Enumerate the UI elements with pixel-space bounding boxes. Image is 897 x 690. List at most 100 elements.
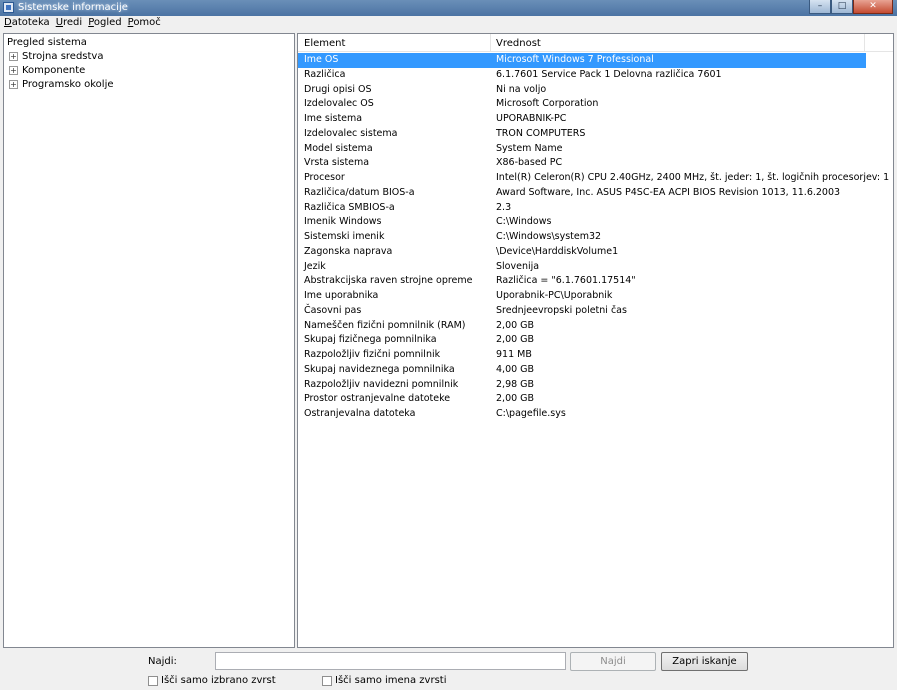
- table-row[interactable]: Različica SMBIOS-a 2.3: [298, 201, 893, 216]
- table-row[interactable]: Različica 6.1.7601 Service Pack 1 Delovna…: [298, 68, 893, 83]
- row-value: 2.3: [496, 201, 512, 213]
- table-row[interactable]: Izdelovalec sistema TRON COMPUTERS: [298, 127, 893, 142]
- column-header-value[interactable]: Vrednost: [496, 38, 541, 49]
- system-info-icon: [3, 2, 14, 13]
- row-element: Nameščen fizični pomnilnik (RAM): [304, 319, 466, 331]
- row-element: Ostranjevalna datoteka: [304, 408, 416, 419]
- row-value: 4,00 GB: [496, 363, 535, 375]
- tree-item-label: Strojna sredstva: [22, 51, 104, 62]
- table-row[interactable]: Skupaj fizičnega pomnilnika 2,00 GB: [298, 333, 893, 348]
- row-element: Izdelovalec sistema: [304, 127, 398, 139]
- row-element: Imenik Windows: [304, 216, 382, 228]
- menu-file[interactable]: Datoteka: [4, 16, 50, 29]
- find-button[interactable]: Najdi: [570, 652, 656, 671]
- row-value: Slovenija: [496, 260, 540, 272]
- row-element: Razpoložljiv navidezni pomnilnik: [304, 378, 459, 390]
- find-label: Najdi:: [148, 656, 177, 667]
- row-element: Vrsta sistema: [304, 157, 370, 169]
- table-row[interactable]: Imenik Windows C:\Windows: [298, 215, 893, 230]
- table-row[interactable]: Izdelovalec OS Microsoft Corporation: [298, 97, 893, 112]
- expand-icon[interactable]: +: [9, 80, 18, 89]
- row-value: 2,98 GB: [496, 378, 535, 390]
- tree-item-components[interactable]: + Komponente: [9, 65, 85, 76]
- table-row[interactable]: Različica/datum BIOS-a Award Software, In…: [298, 186, 893, 201]
- row-element: Različica: [304, 68, 346, 80]
- window-controls: – □ ✕: [809, 0, 893, 14]
- table-row[interactable]: Skupaj navideznega pomnilnika 4,00 GB: [298, 363, 893, 378]
- tree-item-software-environment[interactable]: + Programsko okolje: [9, 79, 114, 90]
- column-header-element[interactable]: Element: [304, 38, 345, 49]
- close-find-button[interactable]: Zapri iskanje: [661, 652, 748, 671]
- table-row[interactable]: Razpoložljiv fizični pomnilnik 911 MB: [298, 348, 893, 363]
- row-element: Časovni pas: [304, 304, 362, 316]
- row-value: 2,00 GB: [496, 393, 535, 405]
- row-value: UPORABNIK-PC: [496, 113, 567, 124]
- menu-help[interactable]: Pomoč: [128, 16, 161, 29]
- table-row[interactable]: Ime uporabnika Uporabnik-PC\Uporabnik: [298, 289, 893, 304]
- row-element: Skupaj navideznega pomnilnika: [304, 363, 455, 375]
- row-element: Razpoložljiv fizični pomnilnik: [304, 349, 441, 360]
- row-element: Ime uporabnika: [304, 290, 379, 301]
- row-value: Ni na voljo: [496, 83, 547, 95]
- menu-bar: Datoteka Uredi Pogled Pomoč: [0, 16, 897, 29]
- expand-icon[interactable]: +: [9, 66, 18, 75]
- row-value: 2,00 GB: [496, 319, 535, 331]
- row-value: C:\Windows\system32: [496, 231, 602, 242]
- window-title: Sistemske informacije: [18, 2, 128, 13]
- search-selected-category-checkbox[interactable]: Išči samo izbrano zvrst: [148, 675, 276, 686]
- row-value: Microsoft Corporation: [496, 98, 599, 110]
- row-element: Procesor: [304, 172, 345, 183]
- tree-item-hardware-resources[interactable]: + Strojna sredstva: [9, 51, 103, 62]
- column-divider[interactable]: [490, 34, 491, 52]
- row-element: Prostor ostranjevalne datoteke: [304, 393, 451, 405]
- table-row[interactable]: Ostranjevalna datoteka C:\pagefile.sys: [298, 407, 893, 422]
- row-element: Izdelovalec OS: [304, 98, 374, 110]
- category-tree[interactable]: Pregled sistema + Strojna sredstva + Kom…: [3, 33, 295, 648]
- tree-item-system-summary[interactable]: Pregled sistema: [7, 37, 87, 48]
- table-row[interactable]: Prostor ostranjevalne datoteke 2,00 GB: [298, 392, 893, 407]
- row-value: Intel(R) Celeron(R) CPU 2.40GHz, 2400 MH…: [496, 172, 890, 183]
- table-row[interactable]: Jezik Slovenija: [298, 260, 893, 275]
- column-divider[interactable]: [864, 34, 865, 52]
- menu-edit[interactable]: Uredi: [56, 16, 83, 29]
- row-element: Ime sistema: [304, 113, 363, 124]
- table-row[interactable]: Model sistema System Name: [298, 142, 893, 157]
- find-bar: Najdi: Najdi Zapri iskanje Išči samo izb…: [0, 649, 897, 690]
- expand-icon[interactable]: +: [9, 52, 18, 61]
- find-input[interactable]: [215, 652, 566, 670]
- tree-item-label: Programsko okolje: [22, 79, 114, 90]
- row-value: Srednjeevropski poletni čas: [496, 304, 627, 316]
- table-row[interactable]: Nameščen fizični pomnilnik (RAM) 2,00 GB: [298, 319, 893, 334]
- row-element: Skupaj fizičnega pomnilnika: [304, 334, 437, 346]
- list-rows: Ime OS Microsoft Windows 7 Professional Ra…: [298, 53, 893, 422]
- table-row[interactable]: Sistemski imenik C:\Windows\system32: [298, 230, 893, 245]
- menu-view[interactable]: Pogled: [88, 16, 121, 29]
- table-row[interactable]: Abstrakcijska raven strojne opreme Različ…: [298, 274, 893, 289]
- row-value: 911 MB: [496, 349, 532, 360]
- checkbox-box[interactable]: [322, 675, 332, 686]
- table-row[interactable]: Ime sistema UPORABNIK-PC: [298, 112, 893, 127]
- row-element: Različica/datum BIOS-a: [304, 186, 415, 198]
- row-element: Različica SMBIOS-a: [304, 201, 395, 213]
- row-element: Sistemski imenik: [304, 231, 385, 242]
- close-button[interactable]: ✕: [853, 0, 893, 14]
- tree-item-label: Komponente: [22, 65, 86, 76]
- row-value: X86-based PC: [496, 157, 563, 169]
- table-row[interactable]: Procesor Intel(R) Celeron(R) CPU 2.40GHz,…: [298, 171, 893, 186]
- table-row[interactable]: Časovni pas Srednjeevropski poletni čas: [298, 304, 893, 319]
- table-row[interactable]: Drugi opisi OS Ni na voljo: [298, 83, 893, 98]
- table-row[interactable]: Razpoložljiv navidezni pomnilnik 2,98 GB: [298, 378, 893, 393]
- checkbox-label: Išči samo imena zvrsti: [335, 675, 447, 686]
- details-list[interactable]: Element Vrednost Ime OS Microsoft Windows…: [297, 33, 894, 648]
- checkbox-box[interactable]: [148, 675, 158, 686]
- row-value: C:\Windows: [496, 216, 552, 228]
- search-category-names-checkbox[interactable]: Išči samo imena zvrsti: [322, 675, 447, 686]
- table-row[interactable]: Ime OS Microsoft Windows 7 Professional: [298, 53, 866, 68]
- row-value: 2,00 GB: [496, 334, 535, 346]
- table-row[interactable]: Zagonska naprava \Device\HarddiskVolume1: [298, 245, 893, 260]
- maximize-button[interactable]: □: [831, 0, 853, 14]
- table-row[interactable]: Vrsta sistema X86-based PC: [298, 156, 893, 171]
- row-element: Ime OS: [304, 54, 339, 65]
- row-value: TRON COMPUTERS: [496, 127, 586, 139]
- minimize-button[interactable]: –: [809, 0, 831, 14]
